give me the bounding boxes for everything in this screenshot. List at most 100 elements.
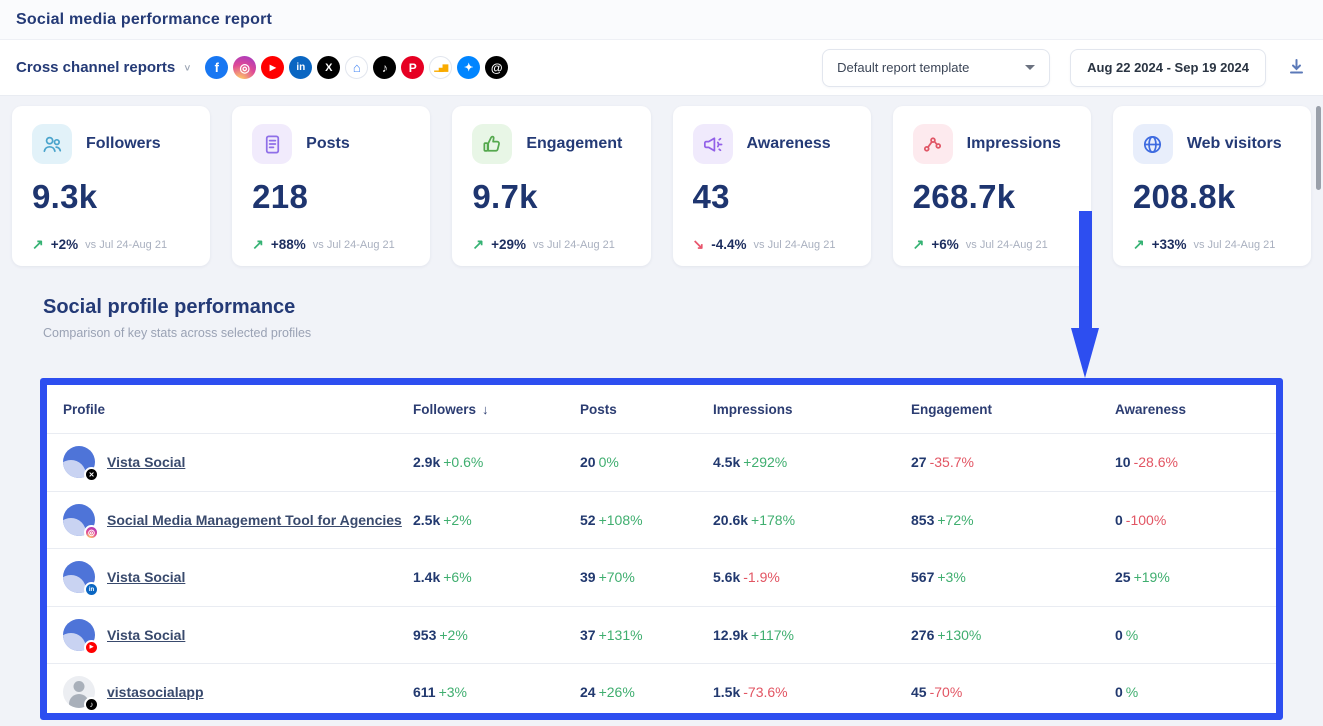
awareness-cell: 0% (1115, 684, 1276, 700)
stat-compare: vs Jul 24-Aug 21 (533, 239, 615, 251)
instagram-badge-icon (84, 525, 99, 540)
followers-cell: 611+3% (413, 684, 580, 700)
avatar (63, 504, 95, 536)
stat-card-engagement: Engagement 9.7k ↗ +29% vs Jul 24-Aug 21 (452, 106, 650, 266)
posts-cell: 37+131% (580, 627, 713, 643)
section-subtitle: Comparison of key stats across selected … (43, 326, 1323, 340)
stat-value: 208.8k (1133, 178, 1291, 216)
posts-icon (252, 124, 292, 164)
stat-card-followers: Followers 9.3k ↗ +2% vs Jul 24-Aug 21 (12, 106, 210, 266)
profile-link[interactable]: vistasocialapp (107, 684, 204, 700)
posts-cell: 24+26% (580, 684, 713, 700)
stat-change: +88% (271, 237, 306, 252)
column-header-posts[interactable]: Posts (580, 402, 713, 417)
engagement-cell: 276+130% (911, 627, 1115, 643)
table-row: Vista Social 1.4k+6% 39+70% 5.6k-1.9% 56… (47, 548, 1276, 606)
pinterest-icon[interactable] (401, 56, 424, 79)
posts-cell: 52+108% (580, 512, 713, 528)
stat-compare: vs Jul 24-Aug 21 (313, 239, 395, 251)
stat-change: +2% (51, 237, 78, 252)
column-header-awareness[interactable]: Awareness (1115, 402, 1276, 417)
stat-value: 218 (252, 178, 410, 216)
profile-link[interactable]: Vista Social (107, 454, 185, 470)
stat-card-web-visitors: Web visitors 208.8k ↗ +33% vs Jul 24-Aug… (1113, 106, 1311, 266)
avatar (63, 561, 95, 593)
column-header-impressions[interactable]: Impressions (713, 402, 911, 417)
chevron-down-icon: ∨ (183, 62, 191, 72)
youtube-badge-icon (84, 640, 99, 655)
google-analytics-icon[interactable] (429, 56, 452, 79)
stat-label: Engagement (526, 135, 622, 153)
toolbar-right: Default report template Aug 22 2024 - Se… (822, 49, 1307, 87)
profile-link[interactable]: Vista Social (107, 569, 185, 585)
stat-label: Followers (86, 135, 161, 153)
stat-change: +33% (1152, 237, 1187, 252)
table-row: Social Media Management Tool for Agencie… (47, 491, 1276, 549)
table-row: Vista Social 2.9k+0.6% 200% 4.5k+292% 27… (47, 433, 1276, 491)
trend-arrow-icon: ↗ (32, 236, 44, 253)
date-range-picker[interactable]: Aug 22 2024 - Sep 19 2024 (1070, 49, 1266, 87)
date-range-value: Aug 22 2024 - Sep 19 2024 (1087, 60, 1249, 75)
avatar (63, 676, 95, 708)
awareness-cell: 0-100% (1115, 512, 1276, 528)
column-header-followers[interactable]: Followers ↓ (413, 402, 580, 417)
youtube-icon[interactable] (261, 56, 284, 79)
linkedin-badge-icon (84, 582, 99, 597)
impressions-cell: 20.6k+178% (713, 512, 911, 528)
sort-desc-icon[interactable]: ↓ (482, 402, 489, 417)
channel-icons (205, 56, 508, 79)
impressions-icon (913, 124, 953, 164)
report-template-select[interactable]: Default report template (822, 49, 1050, 87)
report-template-value: Default report template (837, 60, 969, 75)
profile-link[interactable]: Social Media Management Tool for Agencie… (107, 512, 402, 528)
impressions-cell: 12.9k+117% (713, 627, 911, 643)
stat-label: Awareness (747, 135, 831, 153)
stat-change: -4.4% (711, 237, 746, 252)
awareness-cell: 0% (1115, 627, 1276, 643)
section-head: Social profile performance Comparison of… (0, 266, 1323, 340)
x-icon[interactable] (317, 56, 340, 79)
download-button[interactable] (1286, 56, 1307, 80)
report-toolbar: Cross channel reports ∨ Default report t… (0, 40, 1323, 96)
top-bar: Social media performance report (0, 0, 1323, 40)
stat-card-posts: Posts 218 ↗ +88% vs Jul 24-Aug 21 (232, 106, 430, 266)
stat-value: 9.7k (472, 178, 630, 216)
stat-value: 9.3k (32, 178, 190, 216)
tiktok-badge-icon (84, 697, 99, 712)
column-header-engagement[interactable]: Engagement (911, 402, 1115, 417)
stat-compare: vs Jul 24-Aug 21 (754, 239, 836, 251)
impressions-cell: 1.5k-73.6% (713, 684, 911, 700)
column-header-profile[interactable]: Profile (47, 402, 413, 417)
google-business-icon[interactable] (345, 56, 368, 79)
bluesky-icon[interactable] (457, 56, 480, 79)
instagram-icon[interactable] (233, 56, 256, 79)
posts-cell: 39+70% (580, 569, 713, 585)
threads-icon[interactable] (485, 56, 508, 79)
select-caret-icon (1025, 65, 1035, 70)
report-type-dropdown[interactable]: Cross channel reports ∨ (16, 59, 191, 76)
awareness-cell: 25+19% (1115, 569, 1276, 585)
linkedin-icon[interactable] (289, 56, 312, 79)
facebook-icon[interactable] (205, 56, 228, 79)
table-body: Vista Social 2.9k+0.6% 200% 4.5k+292% 27… (47, 433, 1276, 720)
awareness-cell: 10-28.6% (1115, 454, 1276, 470)
impressions-cell: 5.6k-1.9% (713, 569, 911, 585)
profile-link[interactable]: Vista Social (107, 627, 185, 643)
section-title: Social profile performance (43, 296, 1323, 319)
engagement-icon (472, 124, 512, 164)
followers-cell: 2.5k+2% (413, 512, 580, 528)
stat-value: 268.7k (913, 178, 1071, 216)
followers-icon (32, 124, 72, 164)
table-row: vistasocialapp 611+3% 24+26% 1.5k-73.6% … (47, 663, 1276, 720)
tiktok-icon[interactable] (373, 56, 396, 79)
stat-compare: vs Jul 24-Aug 21 (85, 239, 167, 251)
stat-change: +6% (931, 237, 958, 252)
scrollbar[interactable] (1316, 106, 1321, 190)
avatar (63, 619, 95, 651)
download-icon (1288, 58, 1305, 78)
page-title: Social media performance report (16, 11, 272, 29)
stat-label: Impressions (967, 135, 1061, 153)
trend-arrow-icon: ↘ (693, 236, 705, 253)
stat-card-impressions: Impressions 268.7k ↗ +6% vs Jul 24-Aug 2… (893, 106, 1091, 266)
stat-label: Web visitors (1187, 135, 1282, 153)
